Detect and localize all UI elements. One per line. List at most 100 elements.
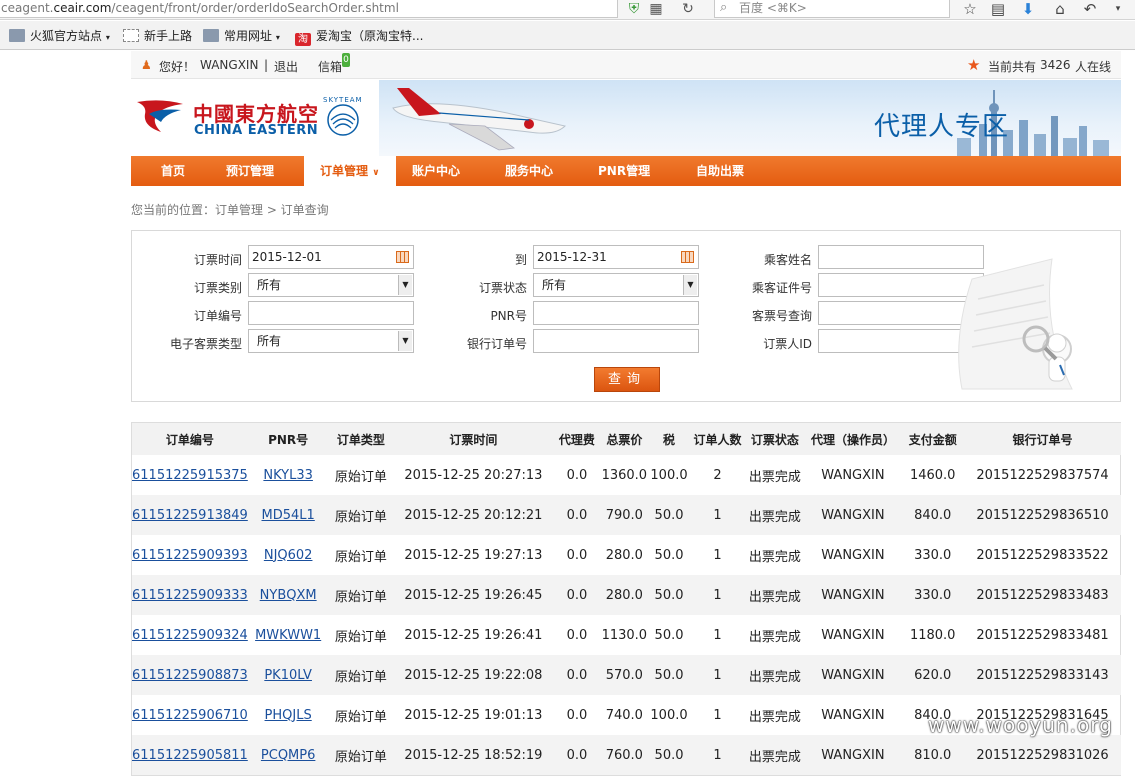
ticket-no-label: 客票号查询 [751,309,812,323]
bank-order-input[interactable] [533,329,699,353]
cell-book-time: 2015-12-25 19:26:45 [393,575,554,615]
order-no-link[interactable]: 61151225906710 [132,708,248,723]
pnr-link[interactable]: PHQJLS [265,708,312,723]
url-path: /ceagent/front/order/orderIdoSearchOrder… [111,1,399,15]
reload-icon[interactable]: ↻ [680,1,696,17]
ticket-type-select[interactable]: 所有 ▼ [248,273,414,297]
order-no-link[interactable]: 61151225915375 [132,468,248,483]
calendar-icon[interactable] [396,251,409,263]
order-no-link[interactable]: 61151225913849 [132,508,248,523]
pnr-link[interactable]: MD54L1 [262,508,315,523]
col-total-fare: 总票价 [600,423,649,455]
query-button[interactable]: 查询 [594,367,660,392]
cell-tax: 50.0 [648,495,690,535]
cell-passenger-count: 1 [713,627,722,643]
bookmark-getting-started[interactable]: 新手上路 [123,27,192,45]
bookmark-common-sites[interactable]: 常用网址 ▾ [203,27,280,45]
cell-agent-fee: 0.0 [566,627,588,643]
pnr-link[interactable]: PCQMP6 [261,748,315,763]
main-nav: 首页 预订管理 订单管理 ∨ 账户中心 服务中心 PNR管理 自助出票 [131,156,1121,186]
order-no-link[interactable]: 61151225908873 [132,668,248,683]
nav-item-home[interactable]: 首页 [161,156,185,186]
chevron-down-icon: ▼ [398,331,412,351]
nav-item-booking[interactable]: 预订管理 [226,156,274,186]
date-to-label: 到 [514,253,527,267]
cell-payment: 810.0 [901,735,965,775]
header-banner: 代理人专区 [379,80,1121,156]
pnr-link[interactable]: MWKWW1 [255,628,321,643]
chevron-down-icon: ∨ [372,168,380,178]
order-no-link[interactable]: 61151225905811 [132,748,248,763]
home-icon[interactable]: ⌂ [1050,0,1070,18]
calendar-icon[interactable] [681,251,694,263]
eticket-type-label: 电子客票类型 [169,337,242,351]
url-domain: ceair.com [53,1,112,15]
mail-count-badge: 0 [342,53,350,67]
cell-tax: 50.0 [648,655,690,695]
cell-agent-fee: 0.0 [553,735,601,775]
cell-pnr: MD54L1 [247,495,329,535]
col-book-time: 订票时间 [393,423,554,455]
order-no-link[interactable]: 61151225909393 [132,548,248,563]
cell-pnr: PHQJLS [248,695,329,735]
logout-link[interactable]: 退出 [274,58,298,75]
nav-item-account[interactable]: 账户中心 [412,156,460,186]
breadcrumb: 您当前的位置：订单管理 > 订单查询 [131,203,329,217]
cell-order-type: 原始订单 [334,469,387,485]
cell-bank-order: 2015122529833522 [976,547,1109,563]
cell-status: 出票完成 [745,575,805,615]
cell-order-no: 61151225915375 [132,455,248,495]
cell-tax: 50.0 [654,627,684,643]
mailbox-link[interactable]: 信箱 [318,58,342,75]
download-icon[interactable]: ⬇ [1018,0,1038,18]
bookmark-label: 新手上路 [144,29,193,43]
chevron-down-icon[interactable]: ▾ [1108,0,1128,18]
pnr-link[interactable]: NJQ602 [264,548,313,563]
bank-order-label: 银行订单号 [466,337,527,351]
cell-order-type: 原始订单 [328,495,394,535]
skyteam-text: SKYTEAM [323,96,363,104]
qr-code-icon[interactable]: ▦ [648,1,664,17]
address-bar[interactable]: ceagent.ceair.com/ceagent/front/order/or… [0,0,618,18]
search-input[interactable]: ⌕ 百度 <⌘K> [714,0,950,18]
date-from-field[interactable]: 2015-12-01 [248,245,414,269]
order-no-link[interactable]: 61151225909324 [132,628,248,643]
pnr-link[interactable]: PK10LV [264,668,312,683]
pnr-input[interactable] [533,301,699,325]
cell-order-type: 原始订单 [328,655,394,695]
cell-pnr: MWKWW1 [248,615,329,655]
order-no-link[interactable]: 61151225909333 [132,588,248,603]
cell-book-time: 2015-12-25 19:27:13 [404,547,543,563]
date-to-field[interactable]: 2015-12-31 [533,245,699,269]
nav-item-self-ticketing[interactable]: 自助出票 [696,156,744,186]
site-header: 中國東方航空 CHINA EASTERN SKYTEAM 代理人专区 [131,80,1121,156]
col-tax: 税 [648,423,690,455]
url-prefix: ceagent. [1,1,54,15]
eticket-type-select[interactable]: 所有 ▼ [248,329,414,353]
cell-status: 出票完成 [745,655,805,695]
bookmark-star-icon[interactable]: ☆ [960,0,980,18]
pnr-link[interactable]: NKYL33 [263,468,313,483]
reading-list-icon[interactable]: ▤ [988,0,1008,18]
greeting-text: 您好！ [159,60,196,74]
table-row: 61151225909324 MWKWW1 原始订单 2015-12-25 19:26… [132,615,1121,655]
date-from-value: 2015-12-01 [252,250,322,264]
cell-order-type: 原始订单 [328,575,394,615]
pnr-link[interactable]: NYBQXM [260,588,317,603]
col-order-no: 订单编号 [132,423,248,455]
nav-item-orders[interactable]: 订单管理 ∨ [304,156,396,186]
bookmark-label: 爱淘宝（原淘宝特... [316,29,424,43]
back-icon[interactable]: ↶ [1080,0,1100,18]
china-eastern-logo[interactable] [135,96,185,139]
swallow-logo-icon [137,100,183,132]
bookmark-firefox-sites[interactable]: 火狐官方站点 ▾ [9,27,110,45]
cell-agent-operator: WANGXIN [821,467,885,483]
eticket-type-value: 所有 [257,334,282,348]
shield-icon[interactable]: ⛨ [626,1,642,17]
order-status-select[interactable]: 所有 ▼ [533,273,699,297]
bookmark-taobao[interactable]: 淘爱淘宝（原淘宝特... [295,27,424,46]
order-no-input[interactable] [248,301,414,325]
nav-item-service[interactable]: 服务中心 [505,156,553,186]
cell-bank-order: 2015122529833143 [964,655,1121,695]
nav-item-pnr[interactable]: PNR管理 [598,156,650,186]
